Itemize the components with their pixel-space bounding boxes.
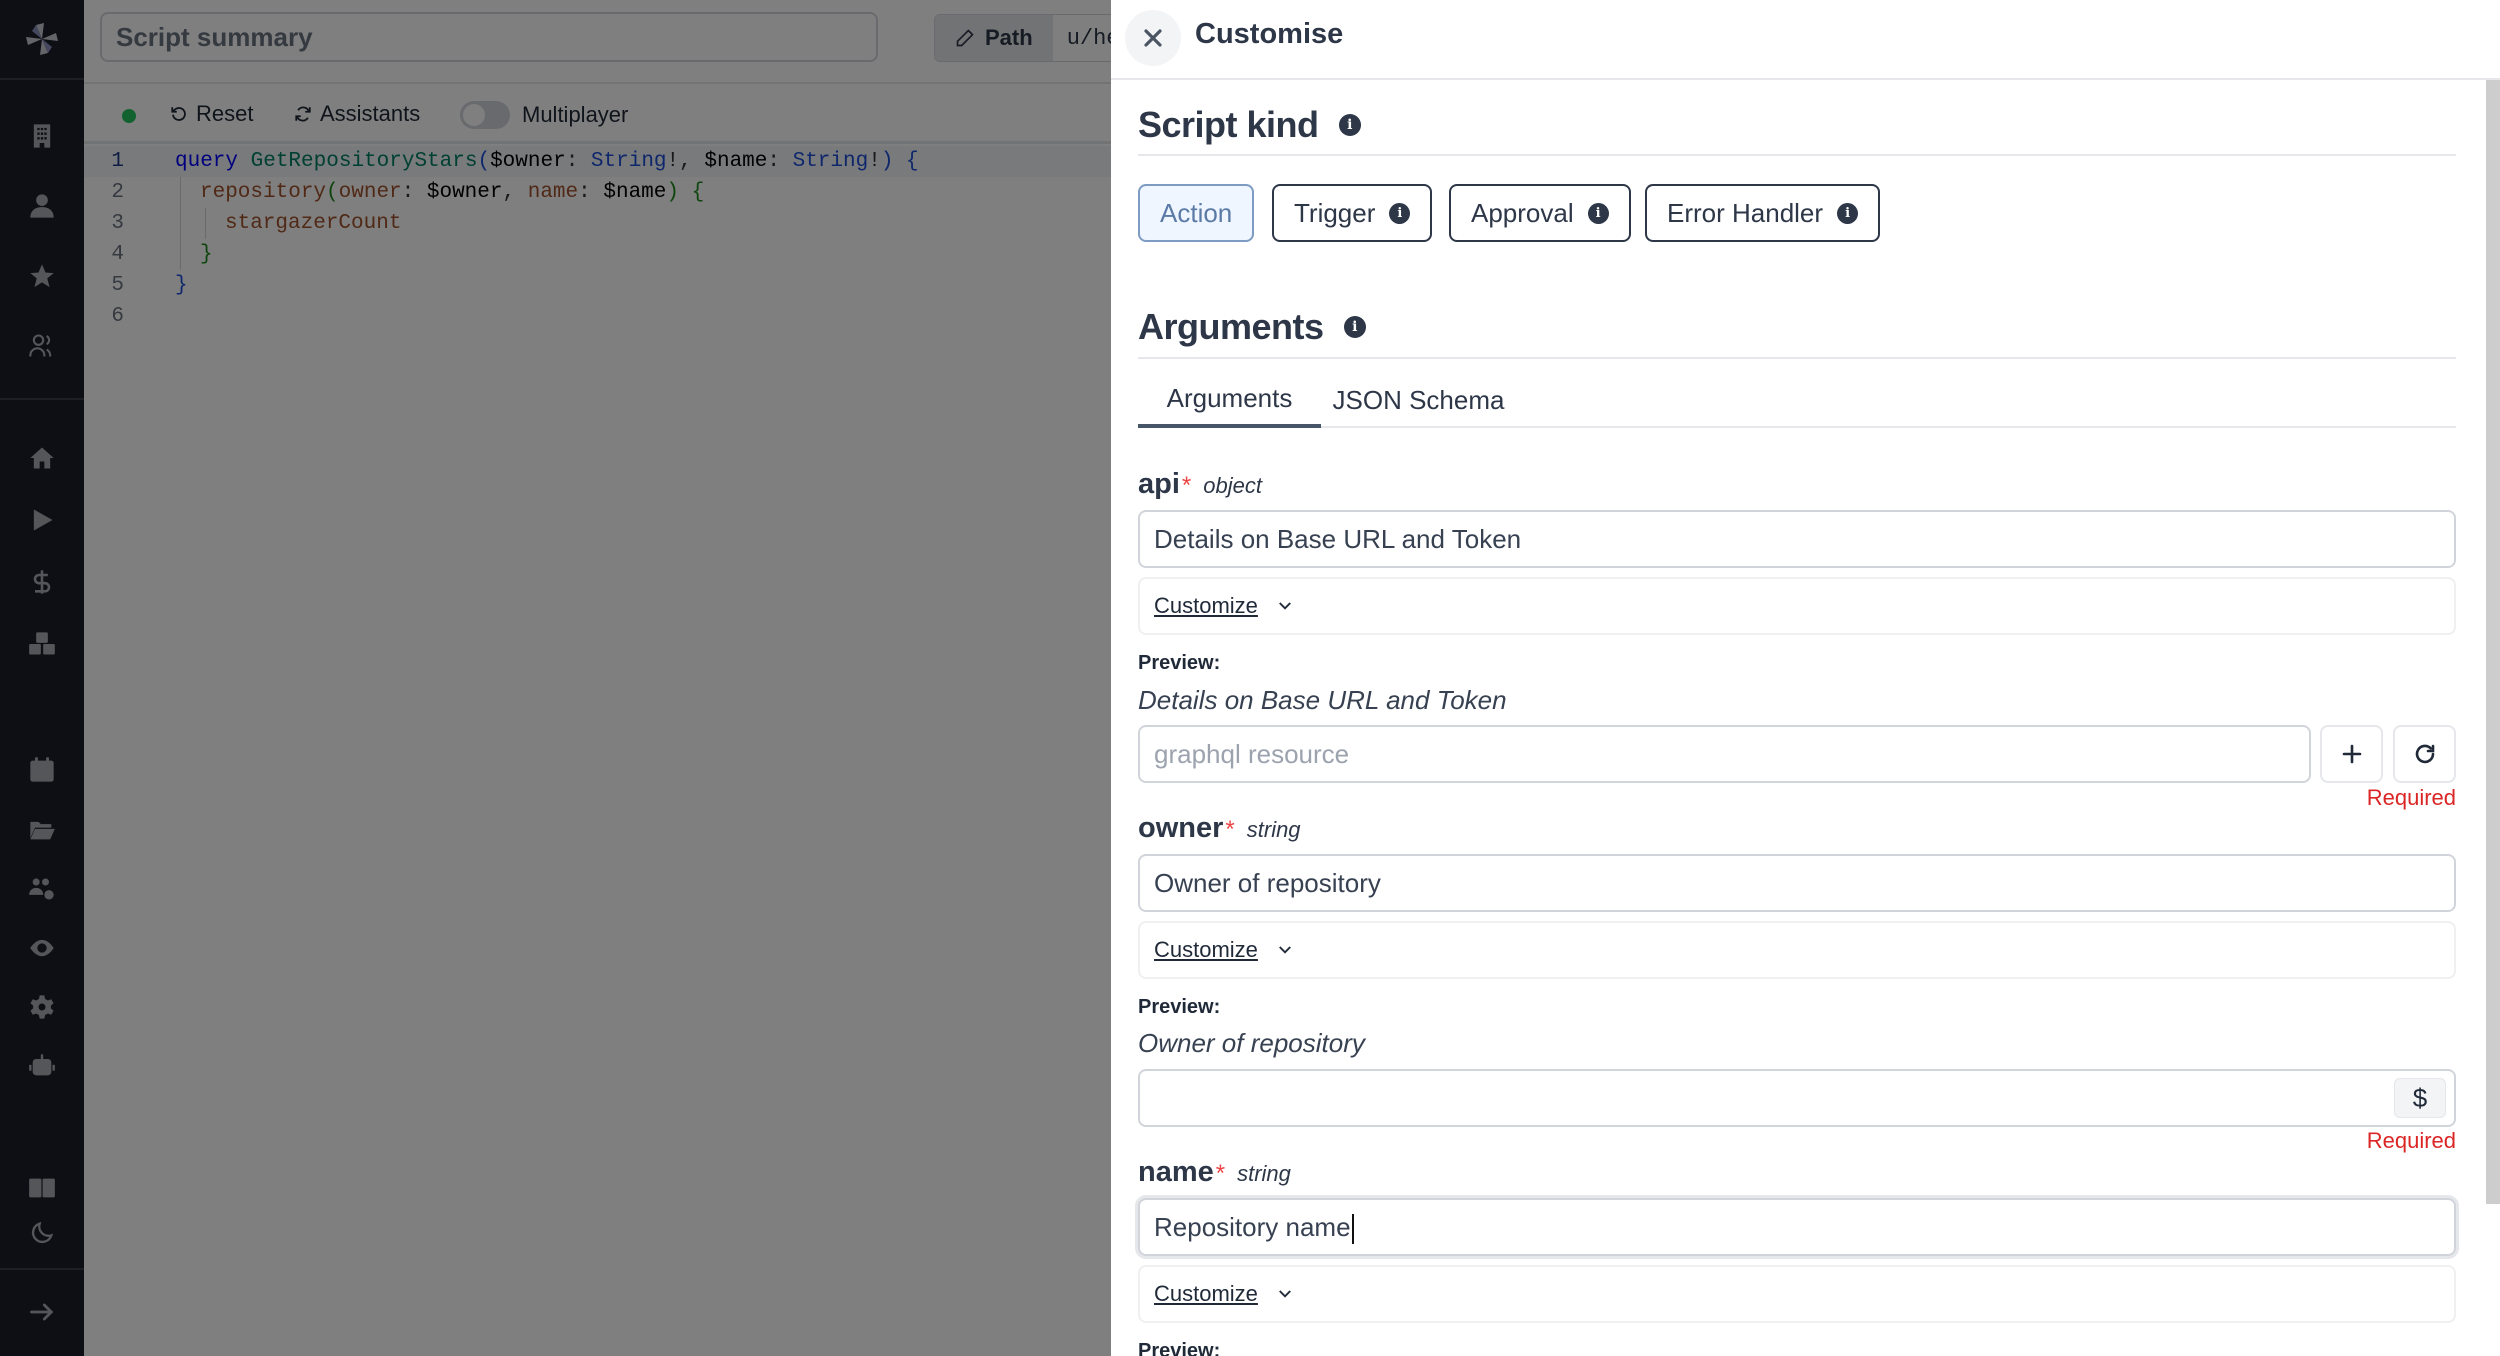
modal-backdrop[interactable] <box>0 0 1111 1356</box>
validation-required: Required <box>2366 1128 2456 1153</box>
arguments-heading: Arguments i <box>1138 306 1366 348</box>
tab-arguments[interactable]: Arguments <box>1138 372 1321 428</box>
chevron-down-icon <box>1279 602 1291 610</box>
app-root: Script summary Path u/he Reset Assistant… <box>0 0 2500 1356</box>
info-icon[interactable]: i <box>1389 202 1411 224</box>
api-customize-toggle[interactable]: Customize <box>1138 577 2456 635</box>
customise-drawer: Customise Script kind i Action Trigger i… <box>1111 0 2500 1356</box>
required-asterisk: * <box>1225 816 1235 843</box>
field-label-api: api * object <box>1138 468 1262 501</box>
required-asterisk: * <box>1181 472 1192 499</box>
field-label-owner: owner * string <box>1138 812 1301 845</box>
kind-label: Error Handler <box>1667 197 1824 228</box>
field-label-name: name * string <box>1138 1156 1291 1189</box>
tab-json-schema[interactable]: JSON Schema <box>1321 372 1516 428</box>
graphql-resource-picker[interactable]: graphql resource <box>1138 725 2311 783</box>
chevron-down-icon <box>1279 946 1291 954</box>
section-divider <box>1138 357 2456 359</box>
customize-link[interactable]: Customize <box>1154 1281 1258 1307</box>
script-kind-approval[interactable]: Approval i <box>1449 184 1631 242</box>
info-icon[interactable]: i <box>1338 114 1361 136</box>
preview-label: Preview: <box>1138 996 1221 1018</box>
kind-label: Action <box>1160 197 1233 228</box>
info-icon[interactable]: i <box>1837 202 1859 224</box>
arguments-tabs: Arguments JSON Schema <box>1138 372 2456 428</box>
drawer-title: Customise <box>1195 18 1344 50</box>
customize-link[interactable]: Customize <box>1154 593 1258 619</box>
owner-description-input[interactable]: Owner of repository <box>1138 854 2456 912</box>
plus-icon <box>2342 744 2361 764</box>
script-kind-heading-text: Script kind <box>1138 104 1319 145</box>
owner-preview-input[interactable]: $ <box>1138 1069 2456 1127</box>
script-kind-error-handler[interactable]: Error Handler i <box>1645 184 1881 242</box>
input-value: Repository name <box>1154 1212 1351 1242</box>
arguments-heading-text: Arguments <box>1138 306 1324 347</box>
text-caret <box>1351 1214 1354 1245</box>
field-type: object <box>1203 473 1262 498</box>
close-icon <box>1144 29 1162 47</box>
close-drawer-button[interactable] <box>1125 10 1181 66</box>
field-type: string <box>1237 1161 1291 1186</box>
kind-label: Trigger <box>1294 197 1376 228</box>
script-kind-heading: Script kind i <box>1138 104 1361 146</box>
drawer-scrollbar-thumb[interactable] <box>2486 80 2500 1204</box>
preview-label: Preview: <box>1138 1340 1221 1356</box>
name-description-input[interactable]: Repository name <box>1138 1198 2456 1256</box>
validation-required: Required <box>2366 785 2456 810</box>
chevron-down-icon <box>1279 1290 1291 1298</box>
info-icon[interactable]: i <box>1343 316 1366 338</box>
insert-variable-button[interactable]: $ <box>2394 1078 2446 1118</box>
api-description-input[interactable]: Details on Base URL and Token <box>1138 510 2456 568</box>
refresh-resources-button[interactable] <box>2393 725 2456 783</box>
field-name: api <box>1138 468 1180 500</box>
field-type: string <box>1246 817 1301 842</box>
name-customize-toggle[interactable]: Customize <box>1138 1265 2456 1323</box>
info-icon[interactable]: i <box>1587 202 1609 224</box>
owner-customize-toggle[interactable]: Customize <box>1138 921 2456 979</box>
field-name: name <box>1138 1156 1214 1188</box>
kind-label: Approval <box>1471 197 1574 228</box>
add-resource-button[interactable] <box>2320 725 2383 783</box>
preview-label: Preview: <box>1138 652 1221 674</box>
required-asterisk: * <box>1215 1160 1226 1187</box>
drawer-header: Customise <box>1111 0 2500 80</box>
refresh-icon <box>2415 744 2434 764</box>
script-kind-action[interactable]: Action <box>1138 184 1255 242</box>
preview-description: Details on Base URL and Token <box>1138 685 1507 715</box>
preview-description: Owner of repository <box>1138 1028 1365 1058</box>
script-kind-trigger[interactable]: Trigger i <box>1272 184 1433 242</box>
field-name: owner <box>1138 812 1224 844</box>
section-divider <box>1138 154 2456 156</box>
customize-link[interactable]: Customize <box>1154 937 1258 963</box>
